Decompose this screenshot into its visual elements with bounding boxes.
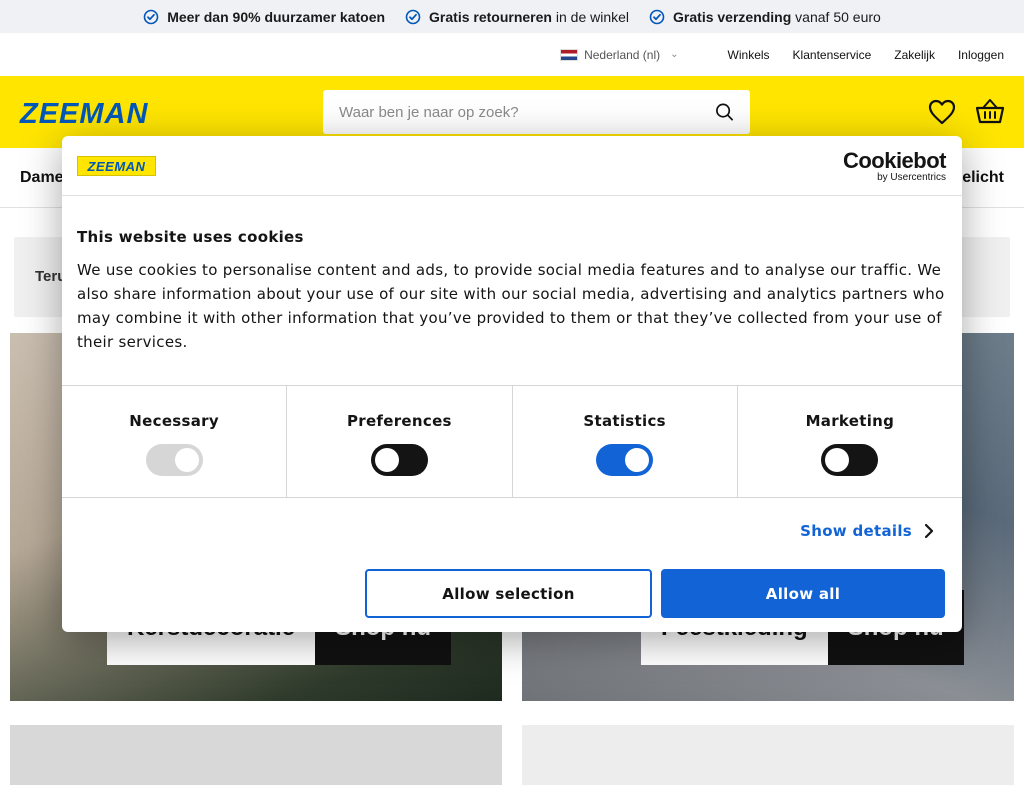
utility-bar: Nederland (nl) ⌄ Winkels Klantenservice … bbox=[0, 33, 1024, 76]
show-details-label: Show details bbox=[800, 522, 912, 540]
toggle-label: Preferences bbox=[346, 412, 452, 430]
allow-all-button[interactable]: Allow all bbox=[661, 569, 945, 618]
promo-tile[interactable] bbox=[10, 725, 502, 785]
heart-icon[interactable] bbox=[928, 99, 956, 125]
promo-tile[interactable] bbox=[522, 725, 1014, 785]
link-zakelijk[interactable]: Zakelijk bbox=[894, 48, 935, 62]
allow-selection-button[interactable]: Allow selection bbox=[365, 569, 652, 618]
statistics-switch[interactable] bbox=[596, 444, 654, 476]
zeeman-logo: ZEEMAN bbox=[77, 156, 156, 176]
usp-rest: in de winkel bbox=[551, 8, 630, 25]
chevron-down-icon: ⌄ bbox=[670, 49, 679, 60]
dialog-title: This website uses cookies bbox=[77, 228, 304, 246]
necessary-switch bbox=[145, 444, 203, 476]
chevron-right-icon bbox=[924, 523, 934, 539]
dialog-text: We use cookies to personalise content an… bbox=[77, 261, 945, 351]
check-circle-icon bbox=[649, 9, 665, 24]
basket-icon[interactable] bbox=[975, 97, 1005, 125]
usp-bar: Meer dan 90% duurzamer katoen Gratis ret… bbox=[0, 0, 1024, 33]
search-input[interactable] bbox=[339, 103, 715, 121]
country-label: Nederland (nl) bbox=[584, 47, 661, 62]
usp-item: Gratis verzending vanaf 50 euro bbox=[649, 9, 881, 25]
usp-bold: Gratis retourneren bbox=[429, 8, 552, 25]
nav-item-verlicht[interactable]: elicht bbox=[962, 169, 1004, 187]
link-winkels[interactable]: Winkels bbox=[728, 48, 770, 62]
toggle-statistics: Statistics bbox=[513, 386, 738, 497]
nav-item-dames[interactable]: Dame bbox=[20, 169, 64, 187]
dialog-body: This website uses cookies We use cookies… bbox=[77, 228, 947, 354]
consent-toggles: Necessary Preferences Statistics Marketi… bbox=[62, 385, 962, 498]
marketing-switch[interactable] bbox=[821, 444, 879, 476]
toggle-label: Statistics bbox=[583, 412, 666, 430]
search-bar[interactable] bbox=[323, 90, 750, 134]
cookiebot-sub: by Usercentrics bbox=[877, 172, 946, 183]
toggle-label: Marketing bbox=[805, 412, 895, 430]
toggle-preferences: Preferences bbox=[287, 386, 513, 497]
dialog-header: ZEEMAN Cookiebot by Usercentrics bbox=[62, 136, 962, 196]
check-circle-icon bbox=[405, 9, 421, 24]
cookiebot-brand: Cookiebot bbox=[842, 148, 947, 173]
search-icon[interactable] bbox=[715, 102, 734, 122]
link-inloggen[interactable]: Inloggen bbox=[958, 48, 1004, 62]
show-details-link[interactable]: Show details bbox=[800, 522, 934, 540]
check-circle-icon bbox=[143, 9, 159, 24]
toggle-necessary: Necessary bbox=[62, 386, 288, 497]
usp-item: Meer dan 90% duurzamer katoen bbox=[143, 9, 385, 25]
usp-bold: Gratis verzending bbox=[673, 8, 792, 25]
usp-bold: Meer dan 90% duurzamer katoen bbox=[167, 8, 386, 25]
netherlands-flag-icon bbox=[560, 48, 579, 61]
cookie-consent-dialog: ZEEMAN Cookiebot by Usercentrics This we… bbox=[62, 136, 962, 632]
preferences-switch[interactable] bbox=[370, 444, 428, 476]
toggle-label: Necessary bbox=[129, 412, 219, 430]
usp-item: Gratis retourneren in de winkel bbox=[405, 9, 629, 25]
link-klantenservice[interactable]: Klantenservice bbox=[793, 48, 872, 62]
country-selector[interactable]: Nederland (nl) ⌄ bbox=[560, 47, 679, 62]
toggle-marketing: Marketing bbox=[738, 386, 962, 497]
zeeman-logo[interactable]: ZEEMAN bbox=[20, 98, 148, 131]
usp-rest: vanaf 50 euro bbox=[791, 8, 881, 25]
cookiebot-logo: Cookiebot by Usercentrics bbox=[842, 148, 947, 184]
